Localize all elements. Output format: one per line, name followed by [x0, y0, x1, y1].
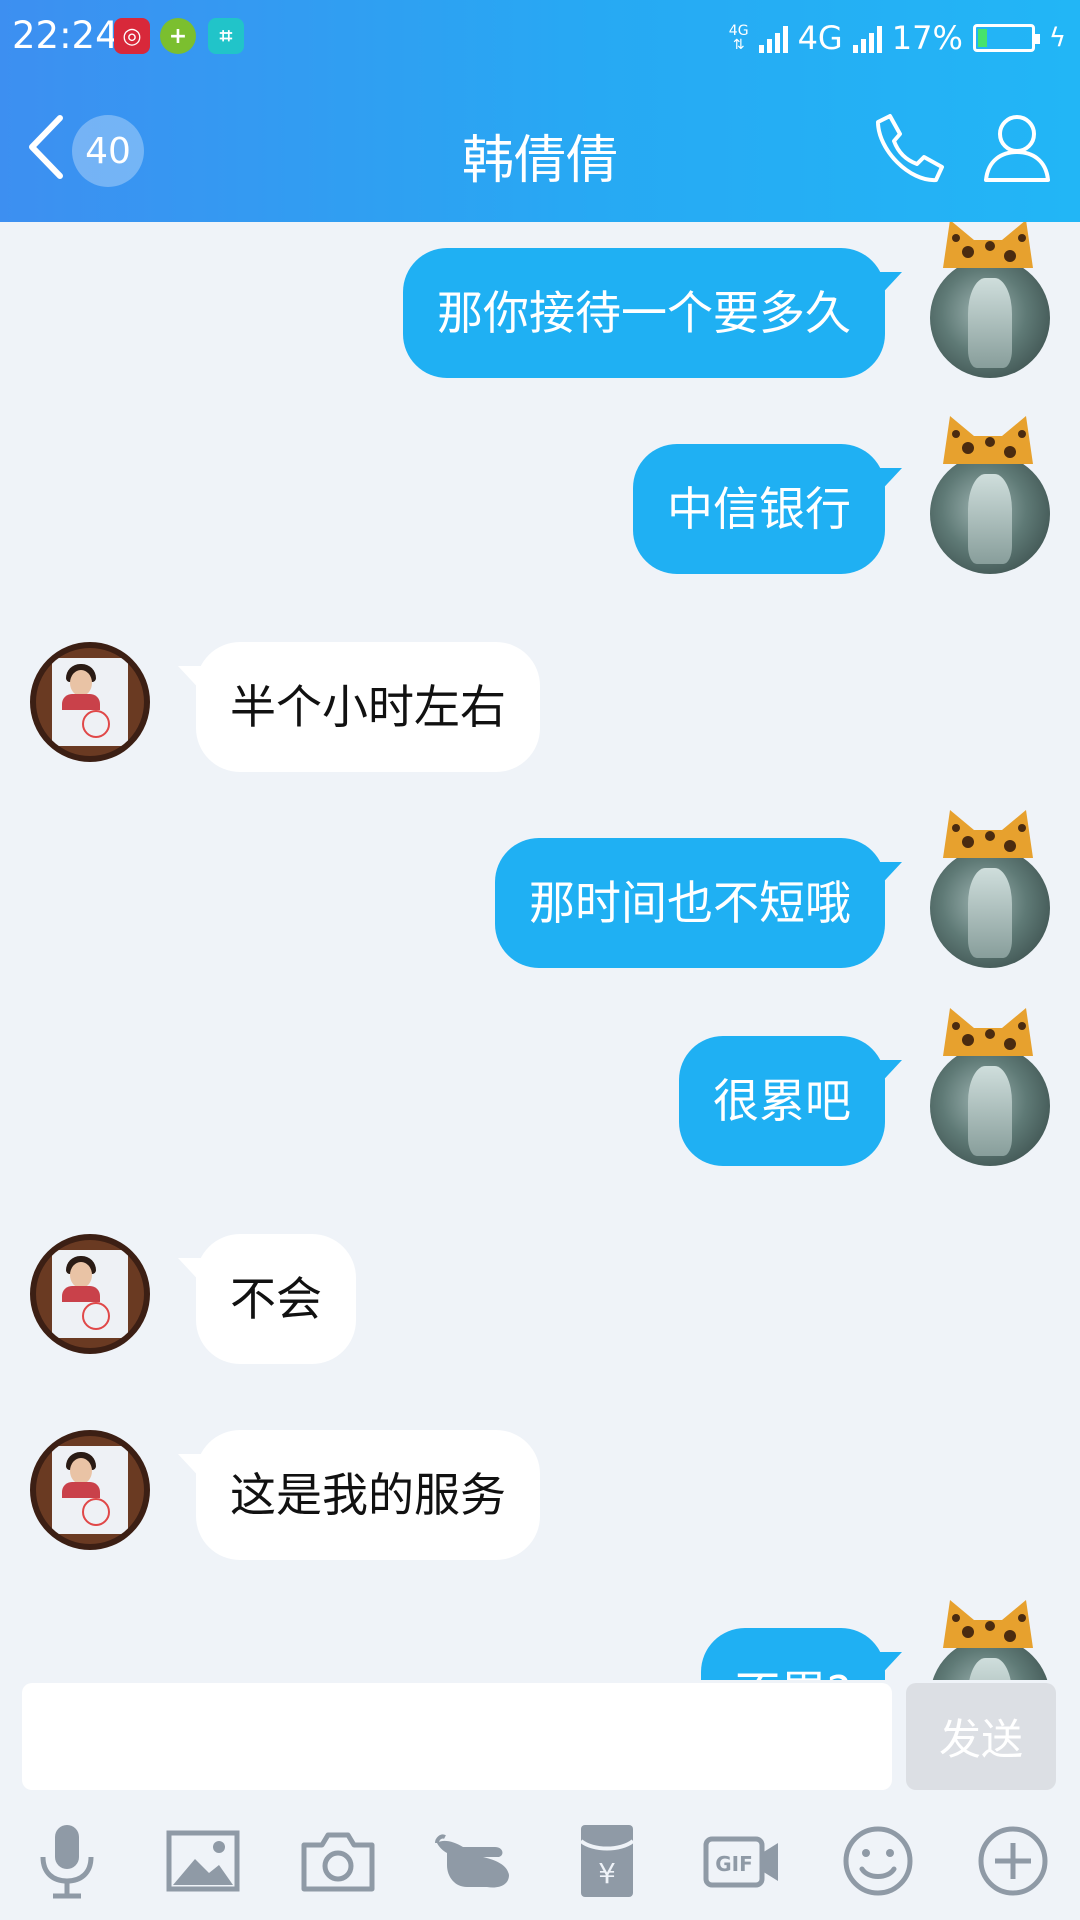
charging-icon: ϟ [1048, 23, 1066, 53]
gif-button[interactable]: GIF [697, 1816, 787, 1906]
status-bar: 22:24 ◎ + ⌗ 4G ⇅ 4G 17% ϟ [0, 0, 1080, 78]
message-bubble[interactable]: 这是我的服务 [196, 1430, 540, 1560]
status-right: 4G ⇅ 4G 17% ϟ [729, 14, 1066, 62]
phone-icon [876, 114, 944, 183]
message-outgoing: 那时间也不短哦 [0, 810, 1080, 968]
svg-text:GIF: GIF [715, 1852, 753, 1876]
message-bubble[interactable]: 半个小时左右 [196, 642, 540, 772]
input-toolbar: ¥ GIF [0, 1816, 1080, 1920]
message-outgoing: 中信银行 [0, 416, 1080, 574]
emoji-icon [843, 1826, 913, 1896]
voice-input-button[interactable] [22, 1816, 112, 1906]
message-bubble[interactable]: 那你接待一个要多久 [403, 248, 885, 378]
signal-icon-2 [852, 23, 882, 53]
voice-call-button[interactable] [870, 108, 948, 186]
my-avatar[interactable] [930, 848, 1050, 968]
input-bar: 发送 ¥ GIF [0, 1680, 1080, 1920]
battery-icon [972, 24, 1040, 52]
send-button[interactable]: 发送 [906, 1683, 1056, 1790]
more-options-button[interactable] [968, 1816, 1058, 1906]
leopard-hat-icon [943, 416, 1033, 464]
message-incoming: 半个小时左右 [0, 642, 1080, 772]
emoji-button[interactable] [833, 1816, 923, 1906]
title-bar: 40 韩倩倩 [0, 78, 1080, 222]
message-bubble[interactable]: 很累吧 [679, 1036, 885, 1166]
message-bubble[interactable]: 那时间也不短哦 [495, 838, 885, 968]
signal-icon [758, 23, 788, 53]
status-time: 22:24 [12, 14, 119, 57]
plus-icon [978, 1826, 1048, 1896]
message-bubble[interactable]: 中信银行 [633, 444, 885, 574]
leopard-hat-icon [943, 222, 1033, 268]
netease-music-icon: ◎ [114, 18, 150, 54]
network-small-label: 4G ⇅ [728, 23, 749, 53]
message-incoming: 这是我的服务 [0, 1430, 1080, 1560]
camera-icon [301, 1832, 375, 1892]
message-outgoing: 很累吧 [0, 1008, 1080, 1166]
message-outgoing: 那你接待一个要多久 [0, 222, 1080, 378]
my-avatar[interactable] [930, 258, 1050, 378]
network-label: 4G [797, 19, 843, 57]
chat-messages[interactable]: 那你接待一个要多久 中信银行 半个小时左右 那时间也不短哦 很累吧 不会 这是我… [0, 222, 1080, 1680]
top-header: 22:24 ◎ + ⌗ 4G ⇅ 4G 17% ϟ 40 韩倩倩 [0, 0, 1080, 222]
person-icon [984, 115, 1050, 182]
leopard-hat-icon [943, 1008, 1033, 1056]
hand-point-icon [435, 1834, 509, 1888]
message-bubble[interactable]: 不累? [700, 1628, 885, 1680]
svg-text:¥: ¥ [598, 1857, 616, 1890]
leopard-hat-icon [943, 1600, 1033, 1648]
contact-profile-button[interactable] [978, 108, 1056, 186]
scan-icon: ⌗ [208, 18, 244, 54]
microphone-icon [40, 1825, 94, 1899]
red-packet-button[interactable]: ¥ [562, 1816, 652, 1906]
contact-avatar[interactable] [30, 642, 150, 762]
message-outgoing: 不累? [0, 1600, 1080, 1680]
contact-avatar[interactable] [30, 1430, 150, 1550]
battery-percent: 17% [891, 19, 963, 57]
message-incoming: 不会 [0, 1234, 1080, 1364]
poke-button[interactable] [428, 1816, 518, 1906]
contact-avatar[interactable] [30, 1234, 150, 1354]
image-button[interactable] [158, 1816, 248, 1906]
gif-icon: GIF [703, 1836, 778, 1888]
message-input[interactable] [22, 1683, 892, 1790]
image-icon [166, 1830, 240, 1892]
camera-button[interactable] [293, 1816, 383, 1906]
my-avatar[interactable] [930, 454, 1050, 574]
add-app-icon: + [160, 18, 196, 54]
my-avatar[interactable] [930, 1046, 1050, 1166]
red-packet-icon: ¥ [579, 1825, 635, 1897]
message-bubble[interactable]: 不会 [196, 1234, 356, 1364]
leopard-hat-icon [943, 810, 1033, 858]
